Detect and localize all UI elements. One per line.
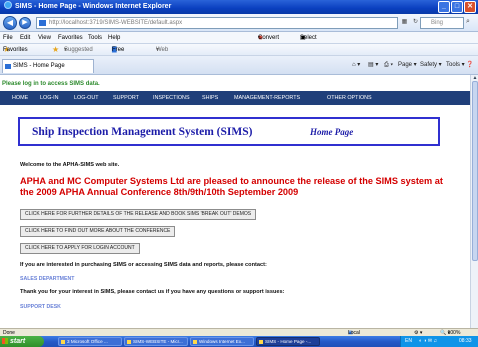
thanks-text: Thank you for your interest in SIMS, ple… (20, 289, 285, 295)
scroll-thumb[interactable] (472, 81, 478, 261)
purchase-text: If you are interested in purchasing SIMS… (20, 262, 267, 268)
address-url: http://localhost:3719/SIMS-WEBSITE/defau… (49, 20, 183, 26)
banner-title: Ship Inspection Management System (SIMS) (32, 126, 253, 138)
start-label: start (10, 338, 26, 345)
ie-logo-icon (4, 1, 12, 9)
menu-bar: File Edit View Favorites Tools Help ◉ Co… (0, 32, 478, 44)
home-icon[interactable]: ⌂ ▾ (352, 56, 360, 75)
ie-icon (259, 340, 263, 344)
taskbar-item-visual-studio[interactable]: SIMS-WEBSITE - Micr... (124, 337, 188, 346)
forward-button[interactable]: ▶ (19, 17, 31, 29)
minimize-button[interactable]: _ (438, 1, 450, 13)
conference-button[interactable]: CLICK HERE TO FIND OUT MORE ABOUT THE CO… (20, 226, 176, 237)
page-icon (39, 20, 46, 26)
print-icon[interactable]: ⎙ ▾ (384, 56, 393, 75)
back-button[interactable]: ◀ (3, 16, 17, 30)
suggested-sites-link[interactable]: Suggested Sites ▾ (64, 44, 93, 65)
search-icon[interactable]: ⌕ (466, 18, 470, 26)
nav-other-options[interactable]: OTHER OPTIONS (327, 91, 372, 105)
close-button[interactable]: ✕ (464, 1, 476, 13)
app-icon (127, 340, 131, 344)
welcome-text: Welcome to the APHA-SIMS web site. (20, 162, 120, 168)
status-bar: Done ▣ Local intranet ⚙ ▾ 🔍 100% ▾ (0, 328, 478, 344)
nav-log-out[interactable]: LOG-OUT (74, 91, 99, 105)
tab-label: SIMS - Home Page (13, 63, 65, 69)
tab-row: SIMS - Home Page ⌂ ▾ ▤ ▾ ⎙ ▾ Page ▾ Safe… (0, 56, 478, 75)
select-label: Select (300, 35, 317, 41)
window-title: SIMS - Home Page - Windows Internet Expl… (15, 3, 172, 10)
page-viewport: Please log in to access SIMS data. HOME … (0, 75, 470, 328)
feeds-icon[interactable]: ▤ ▾ (368, 56, 378, 75)
menu-help[interactable]: Help (108, 32, 120, 44)
nav-ships[interactable]: SHIPS (202, 91, 218, 105)
search-placeholder: Bing (431, 20, 444, 26)
search-input[interactable]: Bing (420, 17, 464, 29)
sales-department-link[interactable]: SALES DEPARTMENT (20, 276, 74, 282)
taskbar-item-sims[interactable]: SIMS - Home Page -... (256, 337, 320, 346)
favorites-bar: ★ Favorites ★ Suggested Sites ▾ ▇ Free H… (0, 44, 478, 77)
help-icon[interactable]: ❓ (466, 56, 473, 75)
menu-edit[interactable]: Edit (20, 32, 30, 44)
office-icon (61, 340, 65, 344)
tray-icons[interactable]: ◐ ◑ ✉ ♫ (419, 336, 437, 347)
release-details-button[interactable]: CLICK HERE FOR FURTHER DETAILS OF THE RE… (20, 209, 257, 220)
tab-sims-home[interactable]: SIMS - Home Page (2, 59, 94, 73)
nav-home[interactable]: HOME (12, 91, 28, 105)
taskbar-item-ie[interactable]: Windows Internet Ex... (190, 337, 254, 346)
menu-tools[interactable]: Tools (88, 32, 102, 44)
maximize-button[interactable]: □ (451, 1, 463, 13)
language-indicator[interactable]: EN (405, 336, 412, 347)
compatibility-icon[interactable]: ▦ (400, 18, 409, 27)
nav-log-in[interactable]: LOG-IN (40, 91, 59, 105)
site-nav: HOME LOG-IN LOG-OUT SUPPORT INSPECTIONS … (0, 91, 470, 105)
convert-label: Convert (258, 35, 280, 41)
support-desk-link[interactable]: SUPPORT DESK (20, 304, 61, 310)
menu-file[interactable]: File (3, 32, 13, 44)
tab-favicon (5, 64, 11, 69)
vertical-scrollbar[interactable]: ▲ (470, 75, 478, 328)
windows-flag-icon (2, 338, 8, 344)
safety-menu[interactable]: Safety ▾ (420, 56, 442, 75)
address-bar[interactable]: http://localhost:3719/SIMS-WEBSITE/defau… (36, 17, 398, 29)
ie-icon (193, 340, 197, 344)
windows-taskbar: start 3 Microsoft Office ... SIMS-WEBSIT… (0, 336, 478, 347)
tools-menu[interactable]: Tools ▾ (446, 56, 465, 75)
refresh-icon[interactable]: ↻ (411, 18, 420, 27)
taskbar-item-office[interactable]: 3 Microsoft Office ... (58, 337, 122, 346)
login-message: Please log in to access SIMS data. (2, 81, 100, 87)
menu-view[interactable]: View (38, 32, 51, 44)
announcement-text: APHA and MC Computer Systems Ltd are ple… (20, 176, 443, 197)
nav-management-reports[interactable]: MANAGEMENT-REPORTS (234, 91, 300, 105)
start-button[interactable]: start (0, 336, 44, 347)
web-slice-gallery-link[interactable]: Web Slice Gallery ▾ (156, 44, 175, 77)
favorites-label: Favorites (3, 47, 28, 53)
system-tray: EN ◐ ◑ ✉ ♫ 08:33 (400, 336, 478, 347)
nav-inspections[interactable]: INSPECTIONS (153, 91, 190, 105)
apply-login-button[interactable]: CLICK HERE TO APPLY FOR LOGIN ACCOUNT (20, 243, 140, 254)
menu-favorites[interactable]: Favorites (58, 32, 83, 44)
banner-home-label: Home Page (310, 127, 354, 137)
sims-banner: Ship Inspection Management System (SIMS)… (18, 117, 440, 146)
address-toolbar: ◀ ▶ http://localhost:3719/SIMS-WEBSITE/d… (0, 14, 478, 32)
nav-support[interactable]: SUPPORT (113, 91, 139, 105)
page-menu[interactable]: Page ▾ (398, 56, 417, 75)
window-titlebar: SIMS - Home Page - Windows Internet Expl… (0, 0, 478, 14)
convert-button[interactable]: ◉ Convert ▾ (258, 32, 279, 44)
clock: 08:33 (459, 338, 472, 344)
